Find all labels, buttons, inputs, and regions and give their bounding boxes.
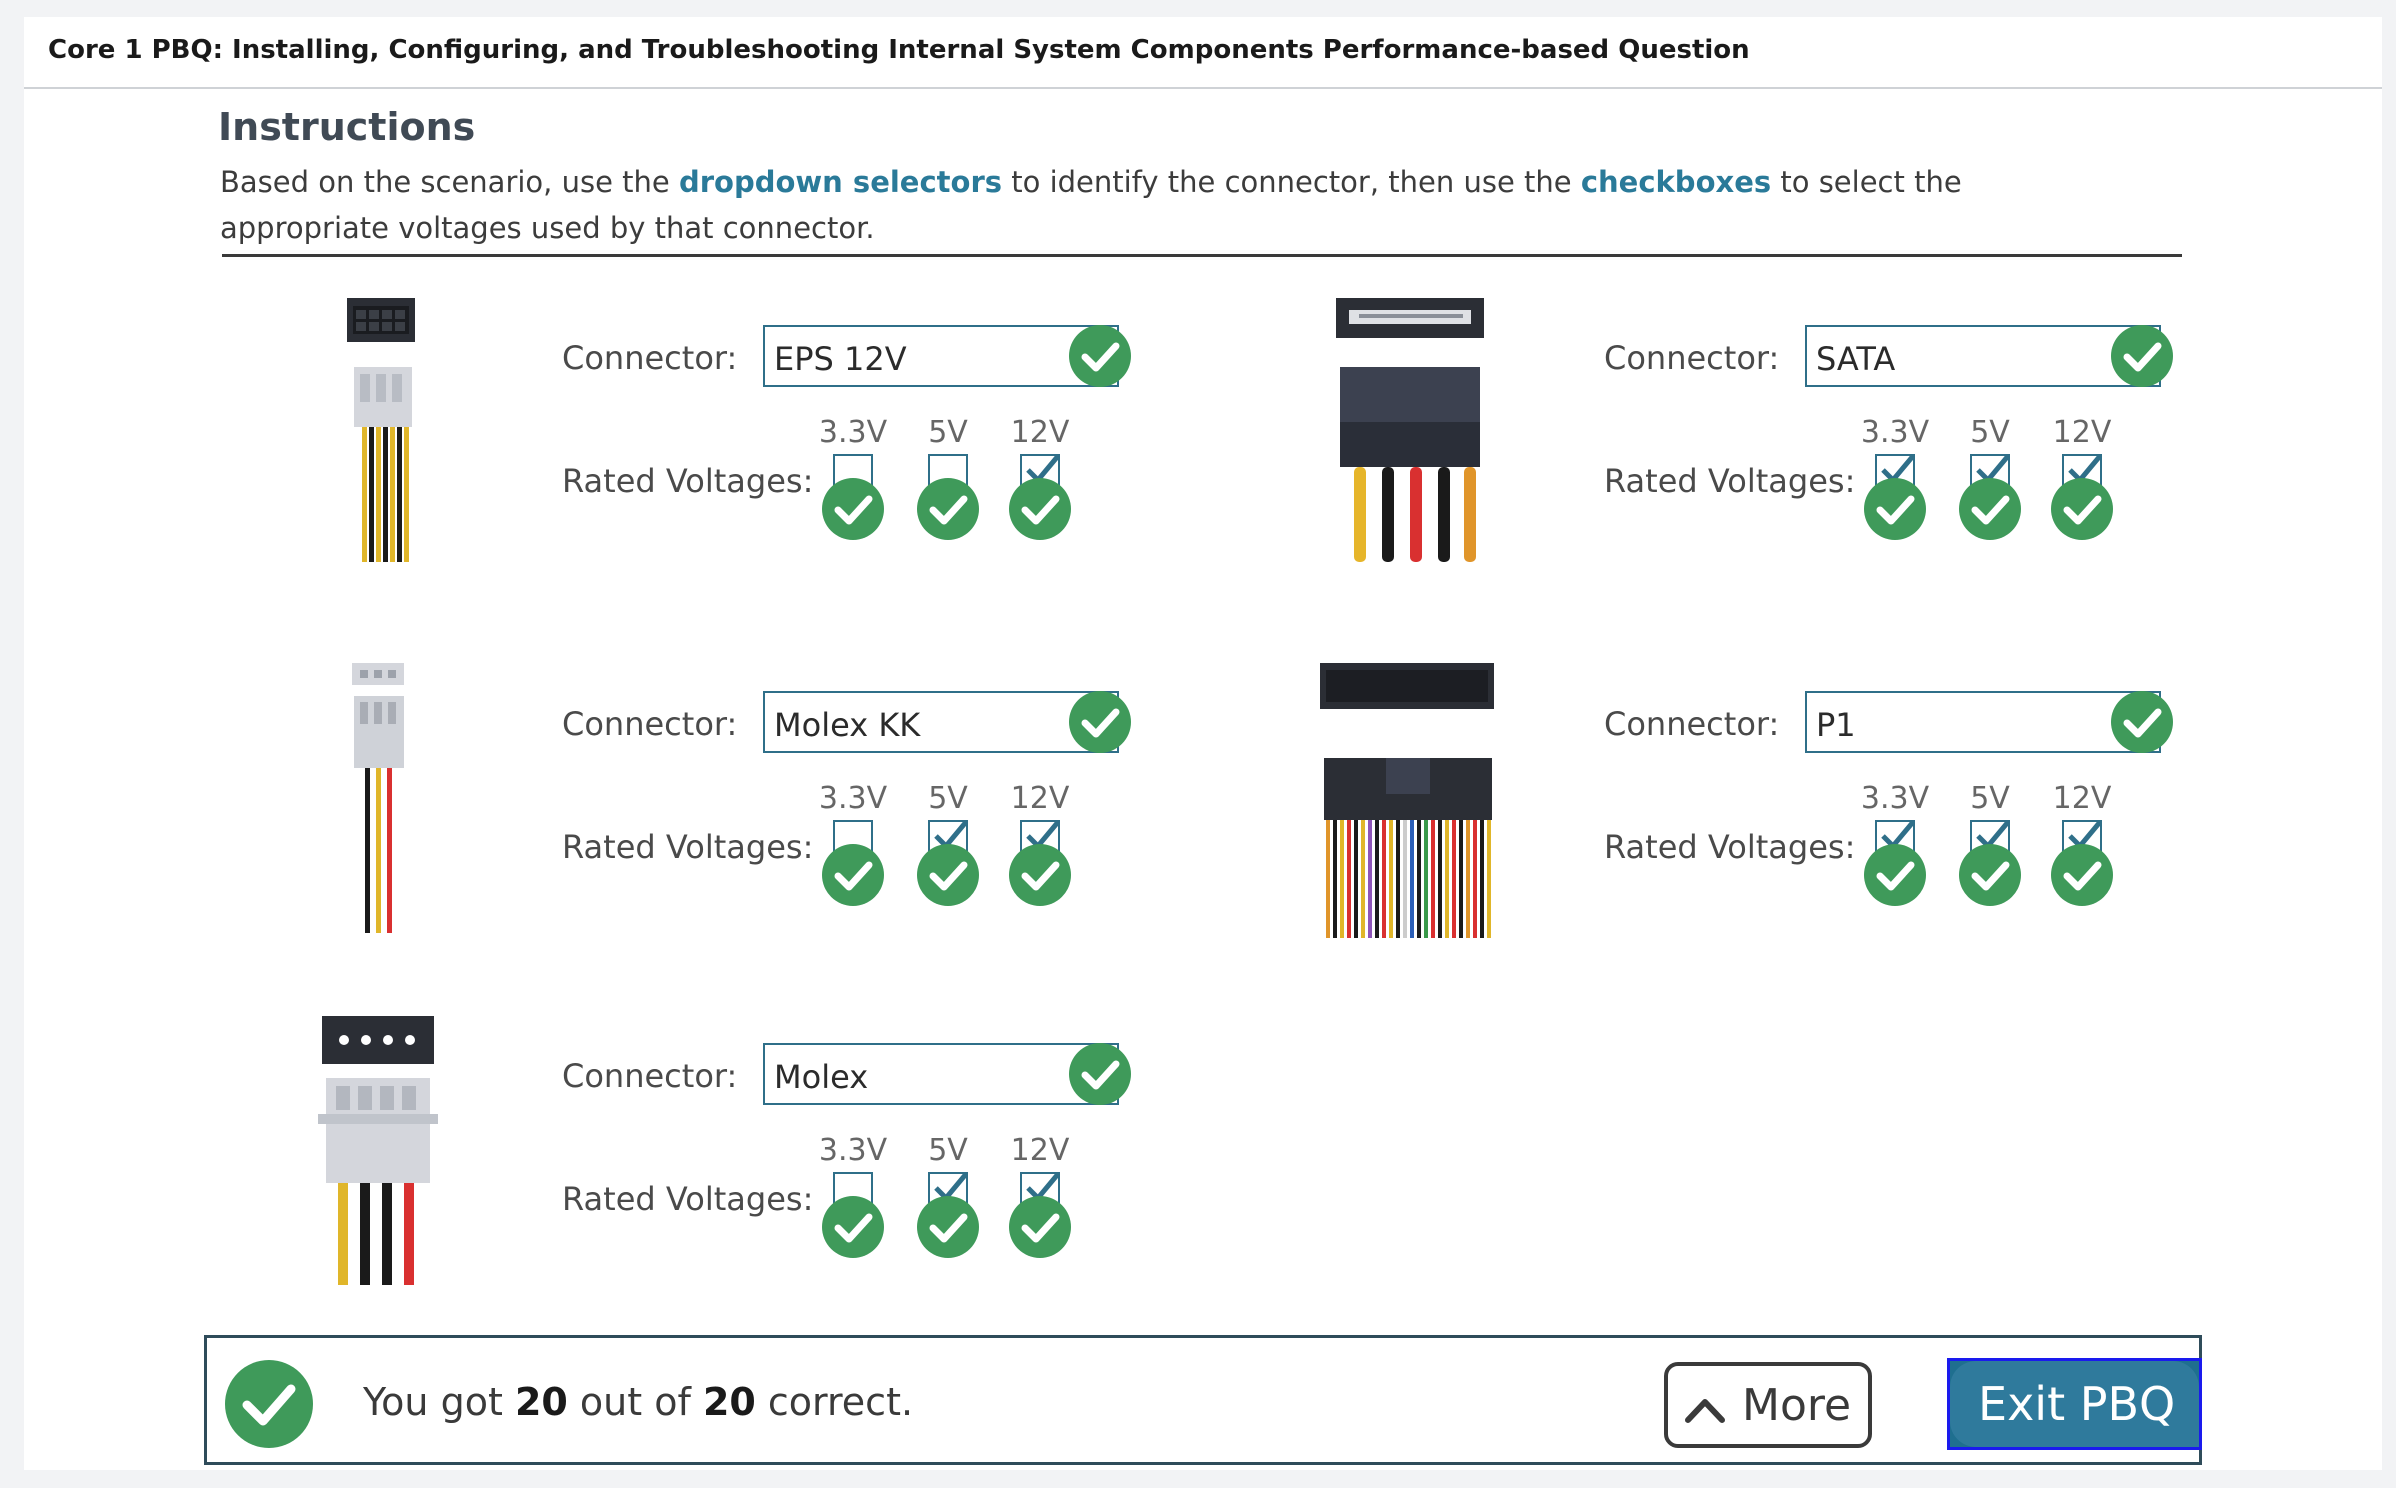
voltage-label-3v3: 3.3V [1860, 781, 1930, 816]
correct-check-icon [1959, 844, 2021, 906]
connector-row-sata: Connector: SATA Rated Voltages: 3.3V 5V … [1314, 292, 2396, 582]
voltage-label-3v3: 3.3V [818, 781, 888, 816]
title-bar: Core 1 PBQ: Installing, Configuring, and… [24, 17, 2382, 89]
voltage-label-3v3: 3.3V [1860, 415, 1930, 450]
correct-check-icon [1009, 478, 1071, 540]
connector-label: Connector: [562, 339, 738, 377]
score-text-part: correct. [755, 1380, 914, 1424]
connector-label: Connector: [562, 705, 738, 743]
more-button[interactable]: More [1664, 1362, 1872, 1448]
connector-dropdown[interactable]: P1 [1805, 691, 2161, 753]
connector-dropdown[interactable]: EPS 12V [763, 325, 1119, 387]
page-title: Core 1 PBQ: Installing, Configuring, and… [48, 35, 1750, 65]
exit-button-label: Exit PBQ [1978, 1377, 2176, 1431]
correct-check-icon [1009, 844, 1071, 906]
rated-voltages-label: Rated Voltages: [1604, 828, 1856, 866]
correct-check-icon [225, 1360, 313, 1448]
voltage-label-12v: 12V [2052, 781, 2112, 816]
instructions-text-part: Based on the scenario, use the [220, 165, 679, 199]
voltage-label-5v: 5V [928, 415, 968, 450]
connector-row-p1: Connector: P1 Rated Voltages: 3.3V 5V 12… [1314, 658, 2396, 948]
score-total: 20 [702, 1380, 756, 1424]
divider [222, 254, 2182, 257]
connector-dropdown-value: EPS 12V [774, 340, 907, 378]
connector-row-molex: Connector: Molex Rated Voltages: 3.3V 5V… [272, 1010, 1372, 1300]
connector-row-molex-kk: Connector: Molex KK Rated Voltages: 3.3V… [272, 658, 1372, 948]
voltage-label-12v: 12V [1010, 415, 1070, 450]
voltage-label-5v: 5V [928, 781, 968, 816]
molex-connector-image [318, 1016, 438, 1285]
eps-12v-connector-image [347, 298, 415, 562]
rated-voltages-label: Rated Voltages: [562, 1180, 814, 1218]
exit-button-face: Exit PBQ [1950, 1361, 2199, 1447]
connector-dropdown-value: SATA [1816, 340, 1896, 378]
correct-check-icon [1069, 691, 1131, 753]
correct-check-icon [822, 1196, 884, 1258]
voltage-label-3v3: 3.3V [818, 1133, 888, 1168]
instructions-text-part: to identify the connector, then use the [1002, 165, 1581, 199]
connector-row-eps: Connector: EPS 12V Rated Voltages: 3.3V … [272, 292, 1372, 582]
exit-pbq-button[interactable]: Exit PBQ [1947, 1358, 2202, 1450]
correct-check-icon [1959, 478, 2021, 540]
instructions-text: Based on the scenario, use the dropdown … [220, 159, 2020, 251]
correct-check-icon [1069, 1043, 1131, 1105]
chevron-up-icon [1685, 1399, 1725, 1423]
correct-check-icon [2111, 325, 2173, 387]
correct-check-icon [1864, 844, 1926, 906]
voltage-label-5v: 5V [1970, 781, 2010, 816]
correct-check-icon [2051, 478, 2113, 540]
correct-check-icon [917, 478, 979, 540]
checkboxes-highlight: checkboxes [1580, 165, 1772, 199]
dropdown-selectors-highlight: dropdown selectors [678, 165, 1003, 199]
connector-label: Connector: [1604, 339, 1780, 377]
voltage-label-12v: 12V [1010, 1133, 1070, 1168]
voltage-label-5v: 5V [928, 1133, 968, 1168]
score-value: 20 [514, 1380, 568, 1424]
connector-dropdown[interactable]: Molex [763, 1043, 1119, 1105]
connector-dropdown-value: Molex KK [774, 706, 921, 744]
molex-kk-connector-image [352, 663, 404, 933]
voltage-label-12v: 12V [2052, 415, 2112, 450]
connector-label: Connector: [562, 1057, 738, 1095]
more-button-label: More [1742, 1380, 1852, 1431]
score-text-part: out of [567, 1380, 703, 1424]
correct-check-icon [917, 1196, 979, 1258]
connector-dropdown[interactable]: SATA [1805, 325, 2161, 387]
score-text: You got 20 out of 20 correct. [363, 1380, 913, 1424]
correct-check-icon [2111, 691, 2173, 753]
rated-voltages-label: Rated Voltages: [562, 462, 814, 500]
voltage-label-5v: 5V [1970, 415, 2010, 450]
connector-dropdown-value: Molex [774, 1058, 869, 1096]
correct-check-icon [1069, 325, 1131, 387]
pbq-window: Core 1 PBQ: Installing, Configuring, and… [24, 17, 2382, 1470]
voltage-label-12v: 12V [1010, 781, 1070, 816]
correct-check-icon [822, 844, 884, 906]
p1-connector-image [1320, 663, 1494, 938]
sata-connector-image [1336, 298, 1484, 562]
connector-dropdown[interactable]: Molex KK [763, 691, 1119, 753]
result-bar: You got 20 out of 20 correct. More Exit … [204, 1335, 2202, 1465]
correct-check-icon [2051, 844, 2113, 906]
correct-check-icon [1864, 478, 1926, 540]
correct-check-icon [1009, 1196, 1071, 1258]
rated-voltages-label: Rated Voltages: [1604, 462, 1856, 500]
connector-dropdown-value: P1 [1816, 706, 1856, 744]
connector-label: Connector: [1604, 705, 1780, 743]
voltage-label-3v3: 3.3V [818, 415, 888, 450]
instructions-heading: Instructions [218, 105, 476, 149]
correct-check-icon [822, 478, 884, 540]
correct-check-icon [917, 844, 979, 906]
rated-voltages-label: Rated Voltages: [562, 828, 814, 866]
score-text-part: You got [363, 1380, 515, 1424]
